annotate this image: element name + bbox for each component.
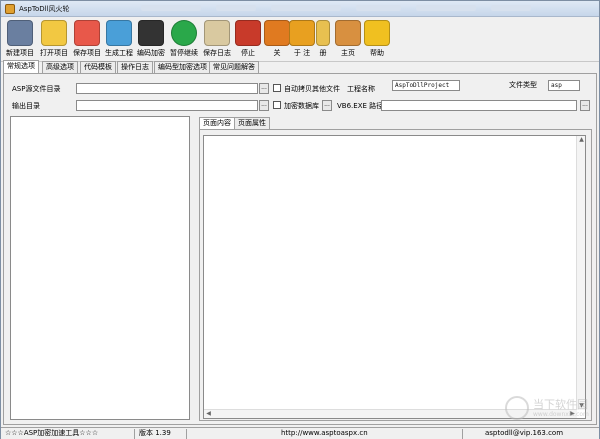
save-log-button[interactable]: 保存日志 bbox=[201, 20, 233, 60]
tab-operation-log[interactable]: 操作日志 bbox=[117, 61, 153, 73]
gear-icon bbox=[138, 20, 164, 46]
titlebar-placeholder bbox=[491, 5, 531, 11]
build-project-button[interactable]: 生成工程 bbox=[104, 20, 134, 60]
encrypt-db-checkbox[interactable] bbox=[273, 101, 281, 109]
auto-copy-checkbox[interactable] bbox=[273, 84, 281, 92]
scroll-up-icon[interactable]: ▲ bbox=[577, 136, 586, 144]
page-content-panel: ▲ ▼ ◀ ▶ bbox=[199, 129, 592, 421]
project-name-field[interactable]: AspToDllProject bbox=[392, 80, 460, 91]
help-button[interactable]: 帮助 bbox=[362, 20, 392, 60]
output-dir-browse-button[interactable]: ... bbox=[259, 100, 269, 111]
tab-page-content[interactable]: 页面内容 bbox=[199, 117, 235, 129]
new-project-button[interactable]: 新建项目 bbox=[4, 20, 36, 60]
titlebar-placeholder bbox=[216, 5, 256, 11]
titlebar-placeholder bbox=[141, 5, 201, 11]
open-project-button[interactable]: 打开项目 bbox=[38, 20, 70, 60]
file-type-label: 文件类型 bbox=[509, 81, 537, 89]
watermark: 当下软件园 www.downxia.com bbox=[505, 394, 589, 424]
toolbar: 新建项目 打开项目 保存项目 生成工程 编码加密 暂停继续 保存日志 停止 关 … bbox=[1, 18, 599, 62]
file-type-field[interactable]: asp bbox=[548, 80, 580, 91]
pause-resume-button[interactable]: 暂停继续 bbox=[168, 20, 200, 60]
encode-encrypt-button[interactable]: 编码加密 bbox=[135, 20, 167, 60]
play-pause-icon bbox=[171, 20, 197, 46]
window-title: AspToDll风火轮 bbox=[19, 5, 70, 13]
save-stack-icon bbox=[74, 20, 100, 46]
titlebar-placeholder bbox=[416, 5, 476, 11]
status-website: http://www.asptoaspx.cn bbox=[187, 429, 463, 439]
titlebar-placeholder bbox=[271, 5, 341, 11]
output-dir-label: 输出目录 bbox=[12, 102, 40, 110]
scroll-left-icon[interactable]: ◀ bbox=[204, 410, 213, 418]
status-bar: ☆☆☆ASP加密加速工具☆☆☆ 版本 1.39 http://www.aspto… bbox=[1, 427, 599, 439]
file-list[interactable] bbox=[10, 116, 190, 420]
watermark-url: www.downxia.com bbox=[533, 411, 589, 418]
watermark-text: 当下软件园 bbox=[533, 398, 588, 411]
asp-source-field[interactable] bbox=[76, 83, 258, 94]
app-icon bbox=[5, 4, 15, 14]
status-version: 版本 1.39 bbox=[135, 429, 187, 439]
register-icon bbox=[316, 20, 330, 46]
vertical-scrollbar[interactable]: ▲ ▼ bbox=[576, 136, 585, 410]
vb6-path-browse-button[interactable]: ... bbox=[580, 100, 590, 111]
homepage-button[interactable]: 主页 bbox=[333, 20, 363, 60]
blocks-icon bbox=[106, 20, 132, 46]
tab-code-template[interactable]: 代码模板 bbox=[80, 61, 116, 73]
page-content-editor[interactable]: ▲ ▼ ◀ ▶ bbox=[203, 135, 586, 419]
watermark-logo-icon bbox=[505, 396, 529, 420]
asp-source-browse-button[interactable]: ... bbox=[259, 83, 269, 94]
tab-advanced[interactable]: 高级选项 bbox=[42, 61, 78, 73]
new-project-icon bbox=[7, 20, 33, 46]
encrypt-db-label: 加密数据库 bbox=[284, 102, 319, 110]
stop-icon bbox=[235, 20, 261, 46]
tab-general[interactable]: 常规选项 bbox=[3, 60, 39, 73]
home-icon bbox=[335, 20, 361, 46]
key-icon bbox=[289, 20, 315, 46]
help-icon bbox=[364, 20, 390, 46]
vb6-path-label: VB6.EXE 路径 bbox=[337, 102, 384, 110]
status-email: asptodll@vip.163.com bbox=[485, 429, 564, 437]
titlebar-placeholder bbox=[356, 5, 401, 11]
log-icon bbox=[204, 20, 230, 46]
vb6-path-field[interactable] bbox=[381, 100, 577, 111]
auto-copy-label: 自动拷贝其他文件 bbox=[284, 85, 340, 93]
tab-page-properties[interactable]: 页面属性 bbox=[234, 117, 270, 129]
encrypt-db-browse-button[interactable]: ... bbox=[322, 100, 332, 111]
general-options-panel: ASP源文件目录 ... 自动拷贝其他文件 工程名称 AspToDllProje… bbox=[3, 73, 597, 425]
project-name-label: 工程名称 bbox=[347, 85, 375, 93]
tab-faq[interactable]: 常见问题解答 bbox=[209, 61, 259, 73]
asp-source-label: ASP源文件目录 bbox=[12, 85, 61, 93]
stop-button[interactable]: 停止 bbox=[234, 20, 262, 60]
application-window: AspToDll风火轮 新建项目 打开项目 保存项目 生成工程 编码加密 暂停继… bbox=[0, 0, 600, 439]
register-button-2[interactable]: 册 bbox=[313, 20, 333, 60]
tab-encoding-options[interactable]: 编码型加密选项 bbox=[154, 61, 211, 73]
status-tool-name: ☆☆☆ASP加密加速工具☆☆☆ bbox=[1, 429, 135, 439]
title-bar: AspToDll风火轮 bbox=[1, 1, 599, 17]
output-dir-field[interactable] bbox=[76, 100, 258, 111]
save-project-button[interactable]: 保存项目 bbox=[71, 20, 103, 60]
folder-icon bbox=[41, 20, 67, 46]
